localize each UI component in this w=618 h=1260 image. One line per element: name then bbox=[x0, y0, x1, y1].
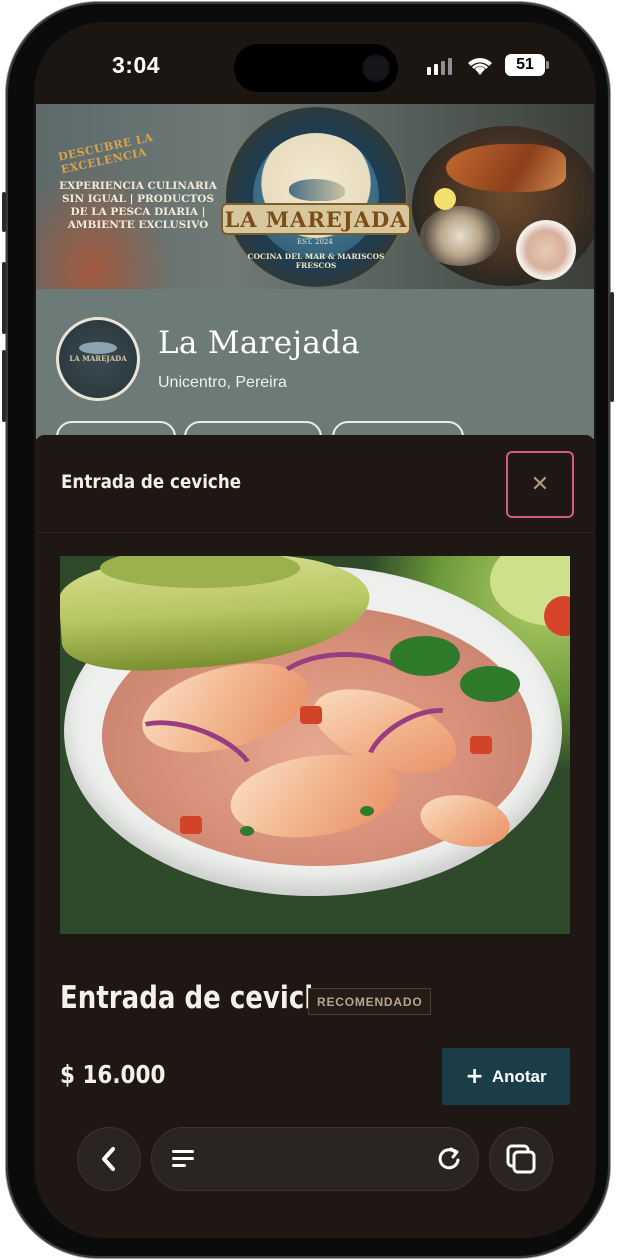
sheet-header: Entrada de ceviche ✕ bbox=[36, 435, 594, 533]
wifi-icon bbox=[468, 58, 492, 75]
power-button bbox=[610, 292, 614, 402]
avatar-brand-text: LA MAREJADA bbox=[69, 354, 127, 363]
recommended-badge: RECOMENDADO bbox=[308, 988, 432, 1015]
restaurant-profile: LA MAREJADA La Marejada Unicentro, Perei… bbox=[36, 289, 594, 457]
add-note-label: Anotar bbox=[491, 1066, 547, 1086]
emblem-year: EST. 2024 bbox=[297, 238, 333, 246]
close-button[interactable]: ✕ bbox=[506, 451, 574, 518]
phone-frame: 3:04 51 DESCUBRE LA EXCELENCIA EXPERIENC… bbox=[2, 2, 614, 1258]
emblem-subtitle: COCINA DEL MAR & MARISCOS FRESCOS bbox=[247, 252, 385, 270]
tomato-dice bbox=[300, 706, 322, 724]
cilantro bbox=[460, 666, 520, 702]
volume-up-button bbox=[2, 262, 6, 334]
address-bar[interactable] bbox=[152, 1128, 478, 1190]
brand-emblem: LA MAREJADA EST. 2024 COCINA DEL MAR & M… bbox=[221, 107, 411, 287]
emblem-brand: LA MAREJADA bbox=[224, 206, 408, 232]
oysters-image bbox=[420, 206, 500, 266]
back-button[interactable] bbox=[78, 1128, 140, 1190]
add-note-button[interactable]: + Anotar bbox=[442, 1048, 570, 1105]
header-banner: DESCUBRE LA EXCELENCIA EXPERIENCIA CULIN… bbox=[36, 104, 594, 289]
battery-indicator: 51 bbox=[505, 54, 549, 76]
restaurant-location: Unicentro, Pereira bbox=[158, 374, 287, 391]
hamburger-icon[interactable] bbox=[172, 1150, 194, 1171]
banner-copy: EXPERIENCIA CULINARIA SIN IGUAL | PRODUC… bbox=[59, 180, 217, 231]
tabs-button[interactable] bbox=[490, 1128, 552, 1190]
tomato-image bbox=[544, 596, 570, 636]
dish-name: Entrada de ceviche bbox=[60, 980, 341, 1016]
tomato-dice bbox=[470, 736, 492, 754]
dish-photo bbox=[60, 556, 570, 934]
sheet-title: Entrada de ceviche bbox=[61, 471, 242, 493]
dynamic-island bbox=[234, 44, 398, 92]
emblem-ribbon: LA MAREJADA bbox=[221, 203, 411, 235]
status-time: 3:04 bbox=[112, 52, 161, 78]
fish-icon bbox=[289, 179, 345, 201]
fish-icon bbox=[79, 342, 117, 354]
reload-icon[interactable] bbox=[434, 1144, 464, 1174]
close-icon: ✕ bbox=[530, 471, 550, 497]
camera-icon bbox=[364, 56, 388, 80]
ceviche-bowl-image bbox=[516, 220, 576, 280]
cilantro bbox=[390, 636, 460, 676]
dish-price: $ 16.000 bbox=[60, 1060, 166, 1089]
cilantro bbox=[360, 806, 374, 816]
action-button bbox=[2, 192, 6, 232]
cilantro bbox=[240, 826, 254, 836]
lemon-image bbox=[434, 188, 456, 210]
restaurant-name: La Marejada bbox=[158, 325, 361, 361]
cellular-signal-icon bbox=[427, 58, 452, 75]
screen: 3:04 51 DESCUBRE LA EXCELENCIA EXPERIENC… bbox=[34, 22, 596, 1238]
plus-icon: + bbox=[465, 1063, 484, 1089]
tomato-dice bbox=[180, 816, 202, 834]
grilled-fish-image bbox=[446, 144, 566, 192]
restaurant-avatar: LA MAREJADA bbox=[56, 317, 140, 401]
dish-detail-sheet: Entrada de ceviche ✕ Entrada de ceviche … bbox=[36, 435, 594, 1238]
tabs-icon bbox=[506, 1144, 536, 1174]
chevron-left-icon bbox=[102, 1147, 115, 1171]
volume-down-button bbox=[2, 350, 6, 422]
